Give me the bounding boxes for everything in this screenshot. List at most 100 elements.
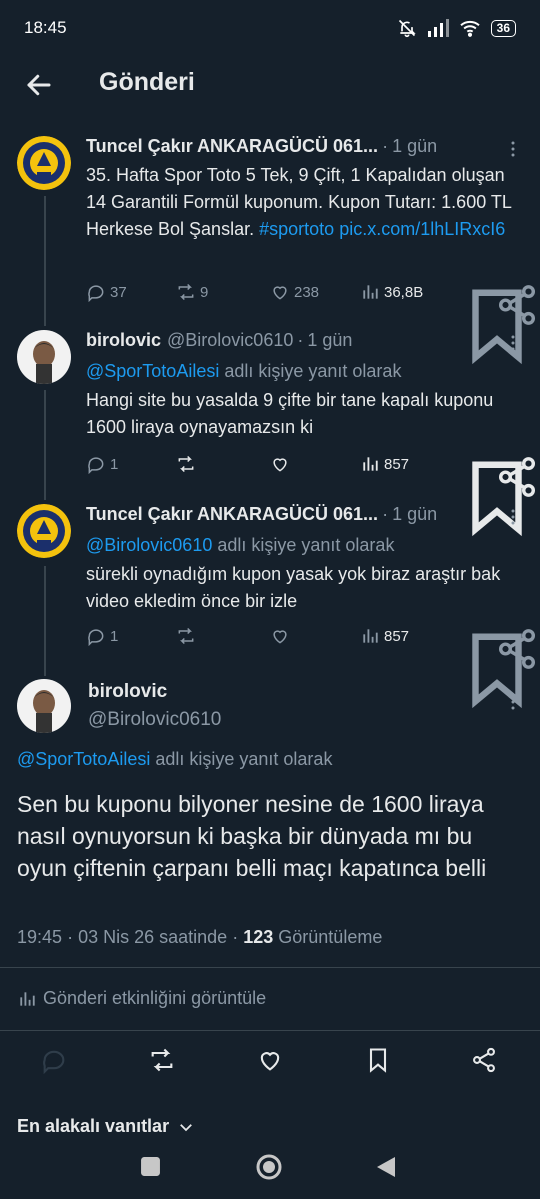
heart-icon: [273, 630, 287, 644]
avatar[interactable]: [17, 330, 71, 384]
reply-icon: [88, 629, 104, 646]
share-icon[interactable]: [494, 626, 540, 672]
sort-label: En alakalı vanıtlar: [17, 1116, 170, 1136]
reply-to-mention[interactable]: @Birolovic0610: [86, 535, 212, 555]
status-time: 18:45: [24, 18, 67, 37]
mute-icon: [398, 19, 416, 38]
page-title: Gönderi: [99, 68, 195, 96]
reply-to-label: adlı kişiye yanıt olarak: [217, 535, 395, 555]
post-activity-label: Gönderi etkinliğini görüntüle: [43, 988, 267, 1008]
reply-count: 1: [110, 455, 119, 473]
like-button[interactable]: [270, 626, 290, 646]
reply-icon[interactable]: [40, 1046, 68, 1074]
retweet-icon: [178, 627, 194, 645]
tweet-date: 03 Nis 26 saatinde: [78, 927, 228, 947]
tweet-time[interactable]: 1 gün: [307, 330, 352, 351]
wifi-icon: [459, 20, 480, 37]
views-icon: [363, 285, 378, 299]
reply-to-label: adlı kişiye yanıt olarak: [224, 361, 402, 381]
author-handle[interactable]: @Birolovic0610: [88, 709, 221, 731]
heart-icon[interactable]: [256, 1046, 284, 1074]
tweet-time: 19:45: [17, 927, 63, 947]
more-options-icon[interactable]: [504, 693, 522, 711]
divider: [0, 967, 540, 968]
tweet-1[interactable]: Tuncel Çakır ANKARAGÜCÜ 061... · 1 gün 3…: [0, 136, 540, 365]
media-link[interactable]: pic.x.com/1lhLIRxcI6: [339, 219, 505, 239]
battery-indicator: 36: [490, 19, 516, 37]
retweet-button[interactable]: 9: [176, 282, 208, 302]
author-handle[interactable]: @Birolovic0610: [167, 330, 293, 351]
reply-to-label: adlı kişiye yanıt olarak: [155, 749, 333, 769]
views-icon: [363, 457, 378, 471]
share-icon[interactable]: [494, 282, 540, 328]
retweet-button[interactable]: [176, 454, 196, 474]
system-nav-bar: [0, 1143, 540, 1199]
reply-icon: [88, 457, 104, 474]
post-activity-link[interactable]: Gönderi etkinliğini görüntüle: [17, 988, 266, 1009]
avatar[interactable]: [17, 679, 71, 733]
reply-to-mention[interactable]: @SporTotoAilesi: [86, 361, 219, 381]
author-name[interactable]: Tuncel Çakır ANKARAGÜCÜ 061...: [86, 504, 378, 525]
author-name[interactable]: birolovic: [88, 681, 167, 703]
separator-dot: ·: [297, 330, 304, 350]
separator-dot: ·: [67, 927, 74, 947]
more-options-icon[interactable]: [504, 508, 522, 526]
tweet-text: Hangi site bu yasalda 9 çifte bir tane k…: [86, 390, 494, 437]
tweet-2[interactable]: birolovic @Birolovic0610 · 1 gün @SporTo…: [0, 330, 540, 537]
tweet-meta: 19:45 · 03 Nis 26 saatinde · 123 Görüntü…: [17, 927, 382, 948]
retweet-icon: [178, 455, 194, 473]
main-tweet-text: Sen bu kuponu bilyoner nesine de 1600 li…: [17, 791, 487, 881]
heart-icon: [273, 458, 287, 472]
divider: [0, 1030, 540, 1031]
separator-dot: ·: [382, 136, 389, 156]
views-button[interactable]: 857: [360, 454, 409, 474]
back-arrow-icon[interactable]: [24, 70, 54, 100]
separator-dot: ·: [232, 927, 239, 947]
bookmark-icon[interactable]: [364, 1046, 392, 1074]
reply-icon: [88, 285, 104, 302]
avatar[interactable]: [17, 504, 71, 558]
reply-button[interactable]: 1: [86, 454, 118, 474]
reply-count: 37: [110, 283, 127, 301]
views-icon: [20, 991, 35, 1006]
author-name[interactable]: Tuncel Çakır ANKARAGÜCÜ 061...: [86, 136, 378, 157]
tweet-time[interactable]: 1 gün: [392, 504, 437, 525]
home-icon[interactable]: [255, 1153, 283, 1181]
like-count: 238: [294, 283, 320, 301]
hashtag-link[interactable]: #sportoto: [259, 219, 334, 239]
top-bar: Gönderi: [0, 56, 540, 114]
heart-icon: [273, 286, 287, 300]
author-name[interactable]: birolovic: [86, 330, 161, 351]
tweet-3[interactable]: Tuncel Çakır ANKARAGÜCÜ 061... · 1 gün @…: [0, 504, 540, 709]
chevron-down-icon: [180, 1123, 192, 1131]
retweet-icon[interactable]: [148, 1046, 176, 1074]
tweet-views: 123: [243, 927, 274, 947]
signal-icon: [427, 19, 449, 37]
reply-button[interactable]: 37: [86, 282, 127, 302]
view-count: 857: [384, 455, 410, 473]
reply-to-mention[interactable]: @SporTotoAilesi: [17, 749, 150, 769]
reply-button[interactable]: 1: [86, 626, 118, 646]
share-icon[interactable]: [470, 1046, 498, 1074]
more-options-icon[interactable]: [504, 334, 522, 352]
tweet-time[interactable]: 1 gün: [392, 136, 437, 157]
sort-replies-dropdown[interactable]: En alakalı vanıtlar: [17, 1116, 195, 1137]
main-tweet-actions: [0, 1046, 540, 1076]
separator-dot: ·: [382, 504, 389, 524]
like-button[interactable]: [270, 454, 290, 474]
share-icon[interactable]: [494, 454, 540, 500]
tweet-views-label: Görüntüleme: [278, 927, 383, 947]
tweet-text: sürekli oynadığım kupon yasak yok biraz …: [86, 564, 501, 611]
views-icon: [363, 629, 378, 643]
like-button[interactable]: 238: [270, 282, 319, 302]
recent-apps-icon[interactable]: [140, 1156, 161, 1177]
views-button[interactable]: 36,8B: [360, 282, 423, 302]
more-options-icon[interactable]: [504, 140, 522, 158]
avatar[interactable]: [17, 136, 71, 190]
views-button[interactable]: 857: [360, 626, 409, 646]
back-nav-icon[interactable]: [375, 1155, 397, 1179]
reply-count: 1: [110, 627, 119, 645]
retweet-button[interactable]: [176, 626, 196, 646]
retweet-icon: [178, 283, 194, 301]
view-count: 857: [384, 627, 410, 645]
